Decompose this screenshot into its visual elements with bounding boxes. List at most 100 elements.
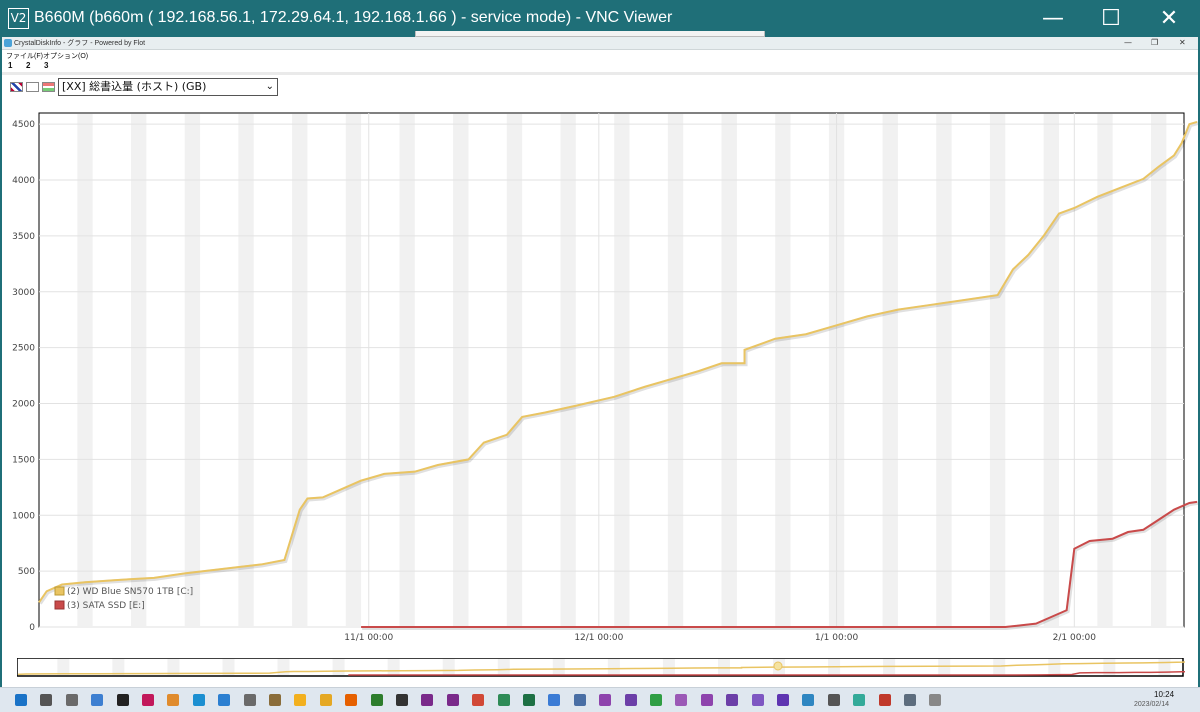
cloud-icon[interactable] [548, 694, 561, 706]
overview-band [387, 659, 400, 675]
tool-icon[interactable] [929, 694, 942, 706]
chart: 0 500 1000 1500 2000 2500 3000 3500 4000 4500 11/1… [12, 112, 1198, 643]
overview-band [57, 659, 70, 675]
x-tick-label: 2/1 00:00 [1053, 633, 1097, 643]
vnc-title-bar: V2 B660M (b660m ( 192.168.56.1, 172.29.6… [0, 0, 1200, 37]
vs-icon[interactable] [751, 694, 764, 706]
maximize-button[interactable]: ☐ [1082, 0, 1140, 37]
monitor-icon[interactable] [573, 694, 586, 706]
overview-band [717, 659, 730, 675]
close-button[interactable]: ✕ [1140, 0, 1198, 37]
overview-band [662, 659, 675, 675]
weekend-band [1043, 114, 1059, 626]
vs-icon[interactable] [624, 694, 637, 706]
settings-icon[interactable] [65, 694, 78, 706]
app-close-button[interactable]: ✕ [1179, 37, 1186, 49]
y-tick-label: 4000 [12, 176, 35, 186]
vnc-icon[interactable] [370, 694, 383, 706]
legend-swatch-ssd-sata [54, 600, 65, 610]
weekend-band [453, 114, 469, 626]
monitor-icon[interactable] [91, 694, 104, 706]
weekend-band [614, 114, 630, 626]
device-tab-1[interactable]: 1 [8, 61, 12, 70]
x-tick-label: 11/1 00:00 [344, 633, 393, 643]
y-tick-label: 500 [18, 567, 35, 577]
y-tick-label: 1500 [12, 455, 35, 465]
weekend-band [667, 114, 684, 626]
y-tick-label: 3500 [12, 232, 35, 242]
overview-chart[interactable] [17, 658, 1185, 678]
box-icon[interactable] [269, 694, 281, 706]
app-icon[interactable] [853, 694, 866, 706]
folder-icon[interactable] [294, 694, 307, 706]
vs-icon[interactable] [599, 694, 612, 706]
series-selector-value: [XX] 総書込量 (ホスト) (GB) [62, 80, 207, 93]
series-selector[interactable]: [XX] 総書込量 (ホスト) (GB) ⌄ [58, 78, 278, 96]
legend-label: (3) SATA SSD [E:] [67, 601, 145, 611]
menu-options[interactable]: オプション(O) [43, 51, 88, 61]
overview-band [332, 659, 345, 675]
vs-icon[interactable] [675, 694, 688, 706]
vs-icon[interactable] [700, 694, 713, 706]
git-icon[interactable] [472, 694, 485, 706]
overview-band [167, 659, 180, 675]
device-tab-3[interactable]: 3 [44, 61, 48, 70]
y-tick-label: 2000 [12, 400, 35, 410]
crystaldiskinfo-window: CrystalDiskInfo - グラフ - Powered by Flot … [2, 37, 1198, 687]
settings-icon[interactable] [243, 694, 256, 706]
weekend-band [560, 114, 576, 626]
weekend-band [936, 114, 952, 626]
terminal-icon[interactable] [116, 694, 129, 706]
x-tick-label: 12/1 00:00 [574, 633, 623, 643]
overview-band [1048, 659, 1061, 675]
vs-icon[interactable] [777, 694, 789, 706]
sync-icon[interactable] [497, 694, 510, 706]
weekend-band [1150, 114, 1167, 626]
weekend-band [292, 114, 308, 626]
shield-icon[interactable] [802, 694, 815, 706]
weekend-band [989, 114, 1006, 626]
weekend-band [77, 114, 93, 626]
weekend-band [882, 114, 898, 626]
flag-uk-icon[interactable] [10, 82, 23, 92]
overview-band [993, 659, 1006, 675]
legend-swatch-ssd-wd [54, 586, 65, 596]
chart-icon[interactable] [878, 694, 891, 706]
minimize-button[interactable]: — [1024, 0, 1082, 37]
weekend-band [775, 114, 791, 626]
excel-icon[interactable] [523, 694, 535, 706]
device-number-bar: 1 2 3 [2, 61, 1198, 72]
y-tick-label: 4500 [12, 120, 35, 130]
weekend-band [131, 114, 147, 626]
menu-bar: ファイル(F) オプション(O) [2, 50, 1198, 61]
terminal-icon[interactable] [396, 694, 408, 706]
overview-band [112, 659, 125, 675]
flag-jp-icon[interactable] [42, 82, 55, 92]
app-minimize-button[interactable]: — [1124, 37, 1132, 49]
overview-band [552, 659, 565, 675]
vs-icon[interactable] [446, 694, 459, 706]
clock-time: 10:24 [1154, 690, 1175, 699]
weekend-band [721, 114, 737, 626]
app-title-bar: CrystalDiskInfo - グラフ - Powered by Flot … [2, 37, 1198, 50]
arrow-icon[interactable] [650, 694, 662, 706]
edge-icon[interactable] [192, 694, 205, 706]
file-icon[interactable] [40, 694, 53, 706]
vs-icon[interactable] [421, 694, 434, 706]
app-icon[interactable] [904, 694, 916, 706]
vs-icon[interactable] [726, 694, 739, 706]
weekend-band [399, 114, 415, 626]
app-restore-button[interactable]: ❐ [1151, 37, 1158, 49]
weekend-band [345, 114, 362, 626]
menu-file[interactable]: ファイル(F) [6, 51, 43, 61]
folder-icon[interactable] [319, 694, 332, 706]
device-tab-2[interactable]: 2 [26, 61, 30, 70]
app-icon[interactable] [167, 694, 180, 706]
network-icon[interactable] [218, 694, 231, 706]
overview-band [607, 659, 620, 675]
start-icon[interactable] [15, 694, 27, 706]
paint-icon[interactable] [142, 694, 154, 706]
firefox-icon[interactable] [345, 694, 358, 706]
tool-icon[interactable] [827, 694, 840, 706]
blank-icon[interactable] [26, 82, 39, 92]
